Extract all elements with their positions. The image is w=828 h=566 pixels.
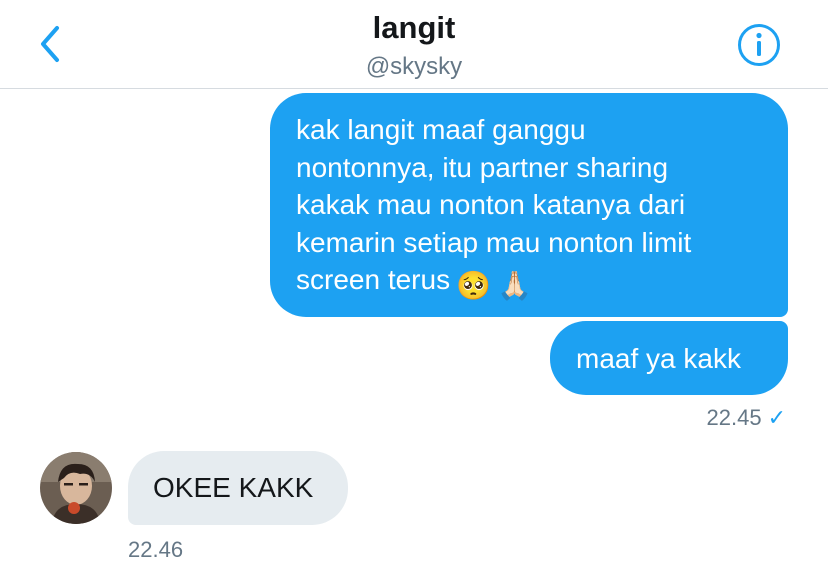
outgoing-message-bubble[interactable]: maaf ya kakk [550,321,788,395]
sent-check-icon: ✓ [767,405,786,430]
outgoing-timestamp: 22.45 ✓ [660,405,787,431]
timestamp-text: 22.45 [706,405,762,430]
message-line-last: screen terus 🥺 🙏🏻 [296,261,768,305]
info-circle-icon [738,24,780,66]
conversation-handle: @skysky [365,53,463,80]
info-button[interactable] [736,22,782,68]
pleading-face-emoji: 🥺 [456,270,491,301]
folded-hands-emoji: 🙏🏻 [496,270,532,301]
avatar-photo [40,452,112,524]
incoming-message-bubble[interactable]: OKEE KAKK [128,451,348,525]
conversation-title: langit [372,10,456,45]
avatar[interactable] [40,452,112,524]
message-line: kemarin setiap mau nonton limit [296,226,692,258]
message-line-text: screen terus [296,264,451,295]
message-line: nontonnya, itu partner sharing [296,151,669,183]
incoming-timestamp: 22.46 [128,537,184,562]
conversation-header: langit @skysky [0,0,828,89]
message-text: OKEE KAKK [153,472,314,503]
outgoing-message-bubble[interactable]: kak langit maaf ganggu nontonnya, itu pa… [270,93,788,317]
message-line: kakak mau nonton katanya dari [296,189,686,220]
message-line: kak langit maaf ganggu [296,114,586,145]
message-text: maaf ya kakk [576,343,741,374]
